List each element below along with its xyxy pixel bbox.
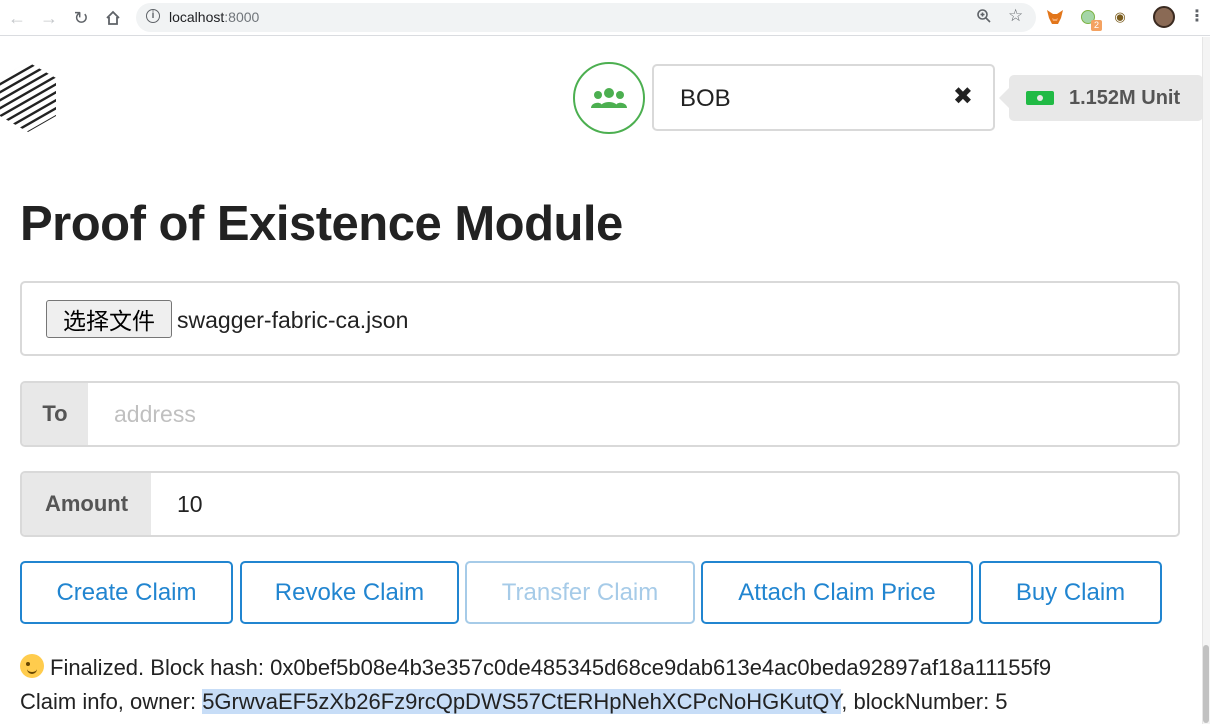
to-address-input[interactable]: address — [114, 383, 196, 445]
close-icon[interactable]: ✖ — [953, 82, 973, 111]
info-icon[interactable]: i — [146, 9, 160, 23]
account-selector[interactable]: BOB ✖ — [652, 64, 995, 131]
address-bar[interactable]: i localhost:8000 ☆ — [136, 3, 1036, 32]
amount-label: Amount — [22, 473, 151, 535]
back-arrow-icon[interactable]: ← — [4, 5, 30, 31]
file-input-field: 选择文件 swagger-fabric-ca.json — [20, 281, 1180, 356]
zoom-icon[interactable] — [976, 8, 992, 28]
attach-claim-price-button[interactable]: Attach Claim Price — [701, 561, 973, 624]
users-icon — [591, 88, 627, 108]
menu-kebab-icon[interactable]: ⋮ — [1189, 6, 1205, 26]
url-host: localhost — [169, 9, 225, 25]
url-port: :8000 — [224, 9, 260, 25]
to-field: To address — [20, 381, 1180, 447]
extension-icon-2[interactable]: ◉ — [1110, 7, 1130, 27]
choose-file-button[interactable]: 选择文件 — [46, 300, 172, 338]
metamask-icon[interactable] — [1045, 7, 1065, 27]
status-block-hash: Finalized. Block hash: 0x0bef5b08e4b3e35… — [50, 655, 1052, 680]
account-name: BOB — [680, 85, 731, 112]
reload-icon[interactable]: ↻ — [68, 5, 94, 31]
account-avatar[interactable] — [573, 62, 645, 134]
status-message: Finalized. Block hash: 0x0bef5b08e4b3e35… — [20, 651, 1051, 719]
to-label: To — [22, 383, 88, 445]
page-scrollbar[interactable] — [1202, 37, 1210, 724]
buy-claim-button[interactable]: Buy Claim — [979, 561, 1162, 624]
balance-pointer — [999, 88, 1009, 108]
wink-emoji-icon — [20, 654, 44, 678]
status-line-1: Finalized. Block hash: 0x0bef5b08e4b3e35… — [20, 651, 1051, 685]
amount-field: Amount 10 — [20, 471, 1180, 537]
extension-icon[interactable]: 2 — [1078, 7, 1102, 31]
claim-block-number: , blockNumber: 5 — [841, 689, 1008, 714]
address-bar-url: localhost:8000 — [169, 9, 259, 25]
money-bill-icon — [1026, 91, 1054, 105]
profile-avatar[interactable] — [1153, 6, 1175, 28]
transfer-claim-button[interactable]: Transfer Claim — [465, 561, 695, 624]
logo-icon — [0, 62, 58, 132]
extension-badge: 2 — [1091, 20, 1102, 31]
revoke-claim-button[interactable]: Revoke Claim — [240, 561, 459, 624]
status-line-2: Claim info, owner: 5GrwvaEF5zXb26Fz9rcQp… — [20, 685, 1051, 719]
page-title: Proof of Existence Module — [20, 197, 623, 251]
forward-arrow-icon[interactable]: → — [36, 5, 62, 31]
star-icon[interactable]: ☆ — [1008, 6, 1023, 26]
create-claim-button[interactable]: Create Claim — [20, 561, 233, 624]
balance-label: 1.152M Unit — [999, 75, 1203, 121]
claim-owner-prefix: Claim info, owner: — [20, 689, 203, 714]
scrollbar-thumb[interactable] — [1203, 645, 1209, 723]
home-icon[interactable] — [100, 5, 126, 31]
balance-value: 1.152M Unit — [1069, 87, 1181, 109]
claim-owner-address: 5GrwvaEF5zXb26Fz9rcQpDWS57CtERHpNehXCPcN… — [202, 689, 842, 714]
browser-toolbar: ← → ↻ i localhost:8000 ☆ 2 ◉ ⋮ — [0, 0, 1210, 36]
amount-input[interactable]: 10 — [177, 473, 203, 535]
file-name: swagger-fabric-ca.json — [177, 307, 409, 333]
